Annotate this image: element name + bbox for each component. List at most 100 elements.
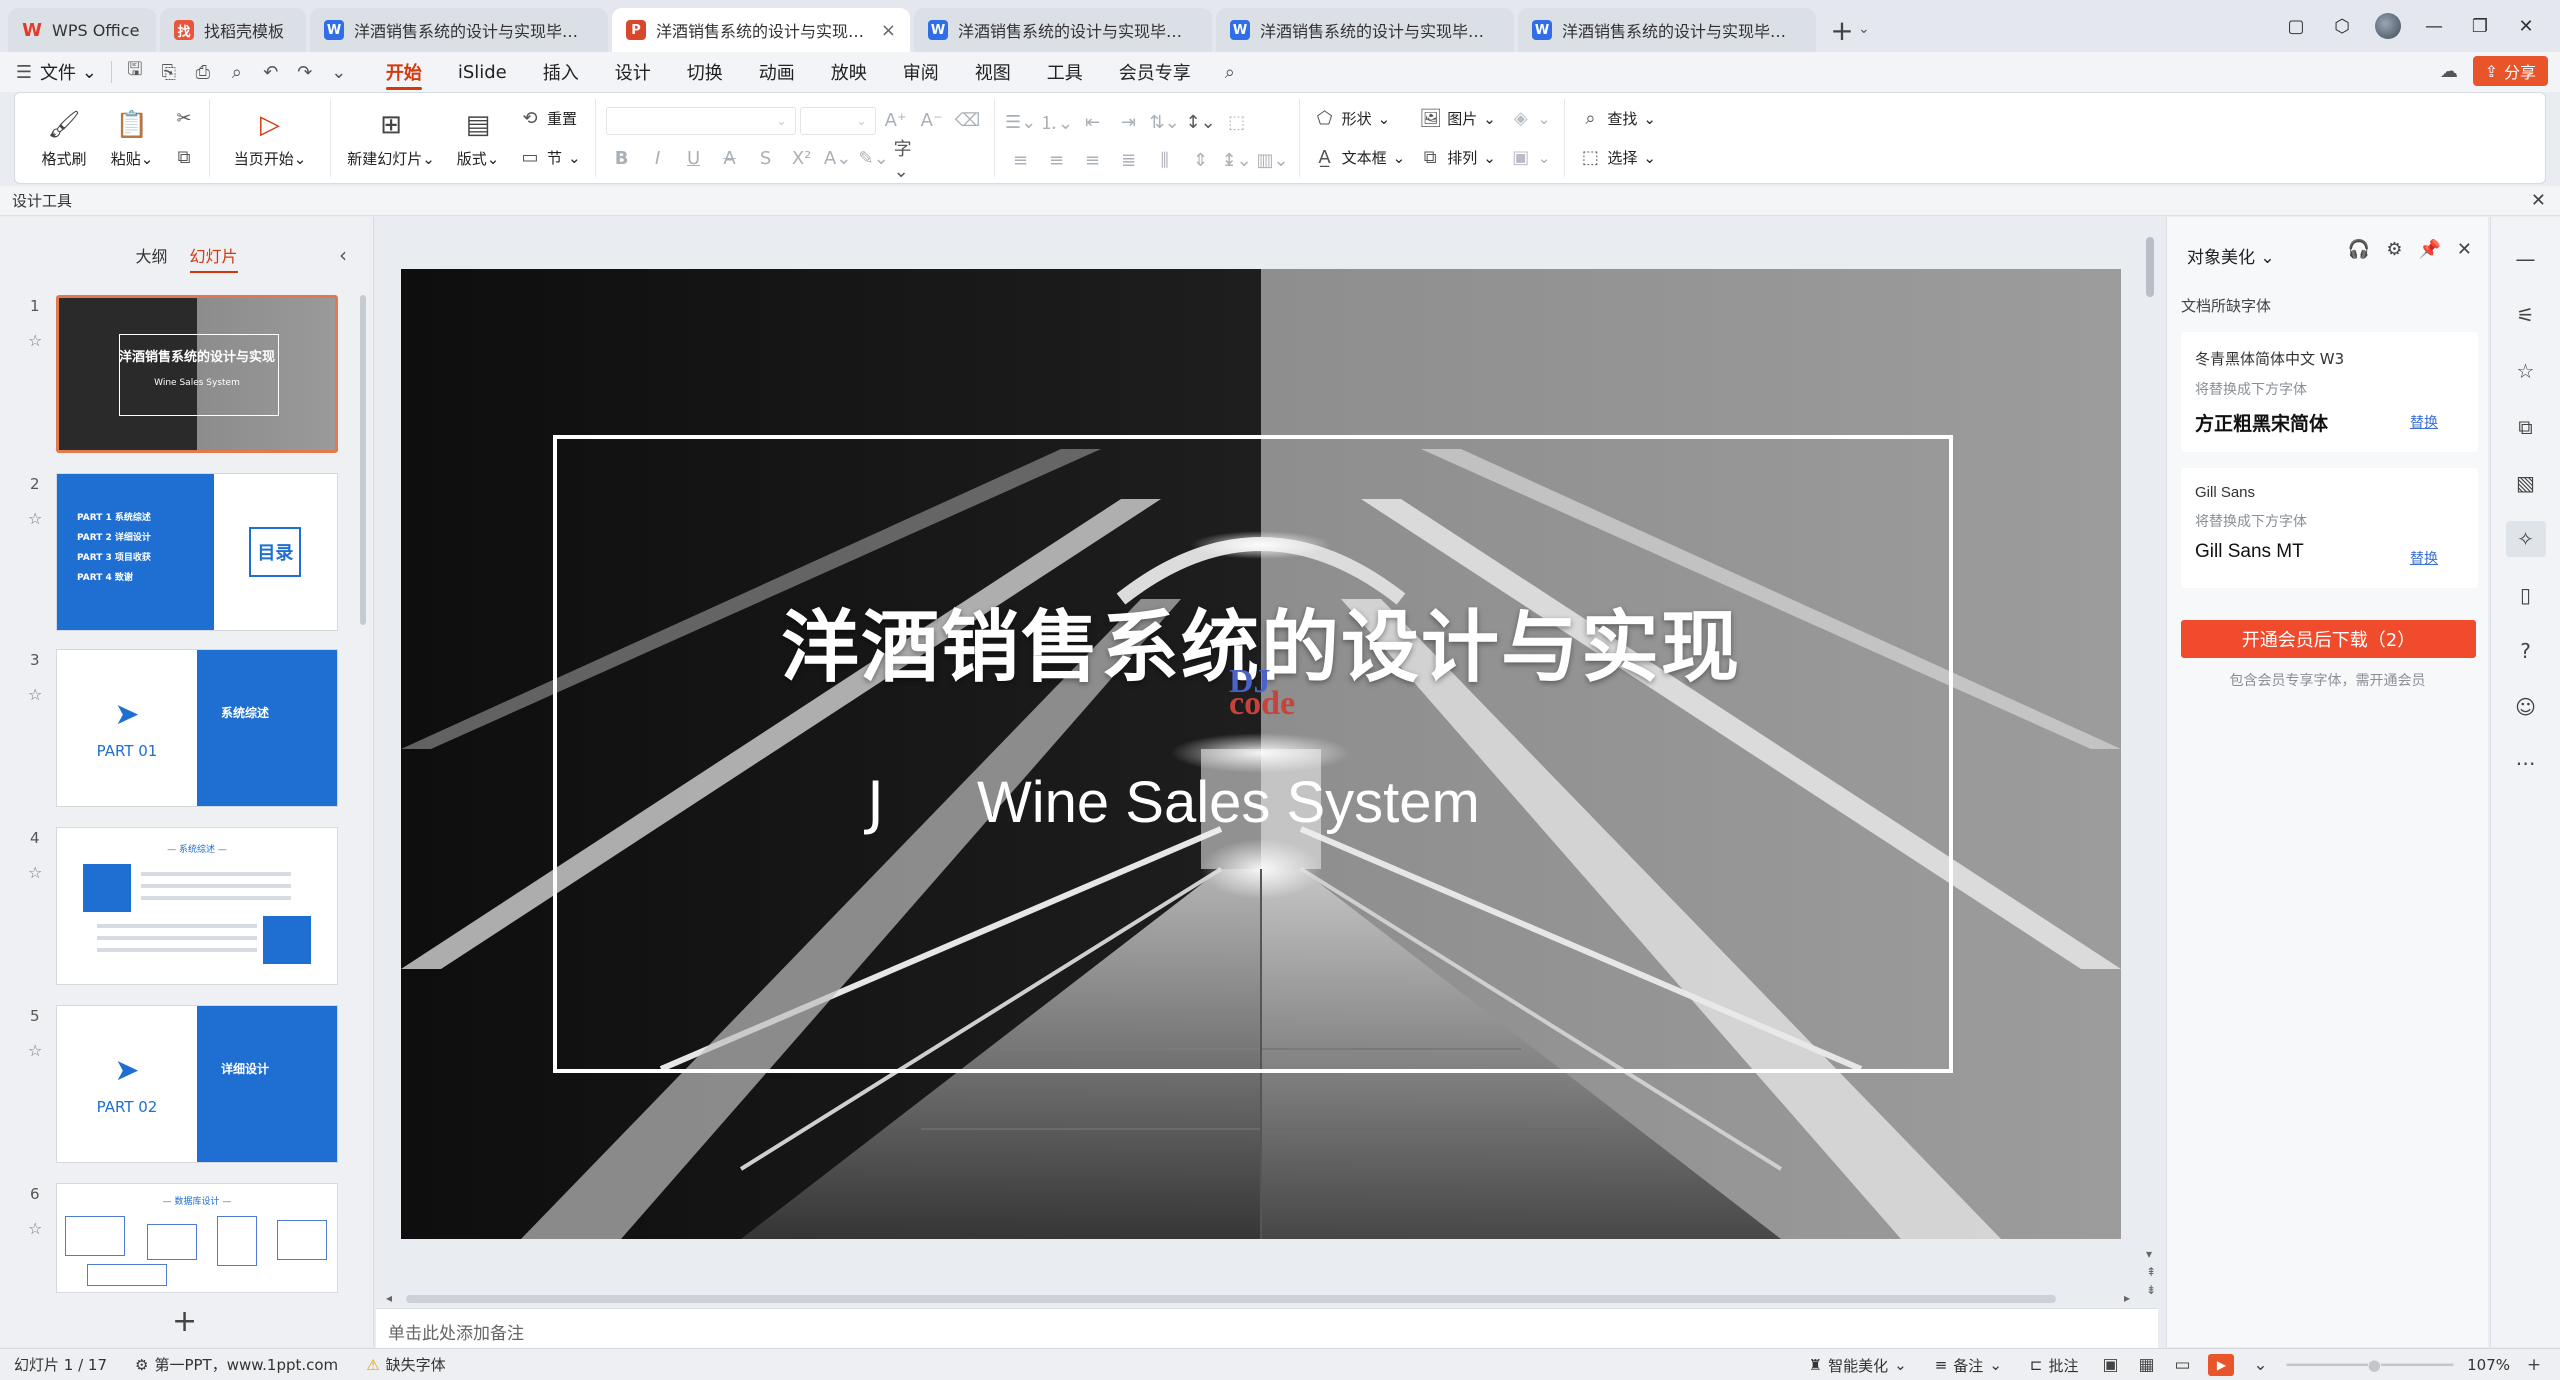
- restore-icon[interactable]: ❐: [2460, 6, 2500, 46]
- paste-button[interactable]: 📋 粘贴⌄: [101, 99, 163, 177]
- reading-view-icon[interactable]: ▭: [2164, 1355, 2200, 1375]
- hamburger-icon[interactable]: ☰: [12, 55, 36, 89]
- zoom-slider[interactable]: ━━━━━━━━━●━━━━━━━━: [2278, 1356, 2461, 1374]
- tab-home[interactable]: 开始: [368, 52, 440, 92]
- tab-transitions[interactable]: 切换: [669, 52, 741, 92]
- comments-button[interactable]: ⊏ 批注: [2016, 1355, 2093, 1376]
- find-button[interactable]: ⌕ 查找 ⌄: [1575, 104, 1660, 134]
- copy-slide-icon[interactable]: ⧉: [2506, 409, 2546, 445]
- select-button[interactable]: ⬚ 选择 ⌄: [1575, 143, 1660, 173]
- tab-tools[interactable]: 工具: [1029, 52, 1101, 92]
- prev-slide-icon[interactable]: ⇞: [2146, 1265, 2156, 1279]
- tab-doc-thesis[interactable]: W 洋酒销售系统的设计与实现毕业设计: [1518, 8, 1816, 52]
- scroll-left-icon[interactable]: ◂: [386, 1291, 392, 1305]
- star-icon[interactable]: ☆: [28, 863, 42, 882]
- decrease-indent-icon[interactable]: ⇤: [1077, 107, 1109, 137]
- zoom-in-icon[interactable]: +: [2516, 1355, 2552, 1375]
- tab-design[interactable]: 设计: [597, 52, 669, 92]
- textbox-button[interactable]: A̲ 文本框 ⌄: [1310, 143, 1410, 173]
- convert-smartart-icon[interactable]: ⬚: [1221, 107, 1253, 137]
- line-spacing-icon[interactable]: ↨⌄: [1221, 145, 1253, 175]
- char-spacing-icon[interactable]: 字⌄: [894, 139, 926, 182]
- help-icon[interactable]: ?: [2506, 633, 2546, 669]
- slide-subtitle[interactable]: Wine Sales System: [977, 769, 1480, 836]
- next-slide-icon[interactable]: ⇟: [2146, 1283, 2156, 1297]
- align-left-icon[interactable]: ≡: [1005, 145, 1037, 175]
- horizontal-scrollbar[interactable]: [406, 1295, 2056, 1303]
- picture-button[interactable]: 🖼 图片 ⌄: [1415, 104, 1500, 134]
- tab-ppt-defense[interactable]: P 洋酒销售系统的设计与实现毕业答辩 ×: [612, 8, 910, 52]
- fill-button[interactable]: ◈ ⌄: [1506, 104, 1555, 134]
- minimize-icon[interactable]: —: [2414, 6, 2454, 46]
- shape-button[interactable]: ⬠ 形状 ⌄: [1310, 104, 1410, 134]
- cut-button[interactable]: ✂: [169, 104, 199, 134]
- share-button[interactable]: ⇪ 分享: [2472, 56, 2548, 86]
- slide-thumbnail[interactable]: PART 1 系统综述 PART 2 详细设计 PART 3 项目收获 PART…: [56, 473, 338, 631]
- align-center-icon[interactable]: ≡: [1041, 145, 1073, 175]
- tab-doc-task[interactable]: W 洋酒销售系统的设计与实现毕设任务书: [310, 8, 608, 52]
- clear-format-icon[interactable]: ⌫: [952, 105, 984, 135]
- tab-wps-office[interactable]: W WPS Office: [8, 8, 156, 52]
- zoom-level[interactable]: 107%: [2461, 1356, 2516, 1374]
- font-size-select[interactable]: ⌄: [799, 107, 876, 135]
- notes-toggle-button[interactable]: ≡ 备注 ⌄: [1921, 1355, 2016, 1376]
- tab-view[interactable]: 视图: [957, 52, 1029, 92]
- print-preview-icon[interactable]: ⌕: [220, 55, 254, 89]
- collapse-panel-icon[interactable]: ‹: [339, 243, 347, 267]
- tab-insert[interactable]: 插入: [525, 52, 597, 92]
- tab-doc-midterm[interactable]: W 洋酒销售系统的设计与实现毕业设计中: [1216, 8, 1514, 52]
- user-avatar-button[interactable]: [2368, 6, 2408, 46]
- align-right-icon[interactable]: ≡: [1077, 145, 1109, 175]
- print-icon[interactable]: ⎙: [186, 55, 220, 89]
- slide-thumbnail[interactable]: — 数据库设计 —: [56, 1183, 338, 1293]
- star-icon[interactable]: ☆: [28, 509, 42, 528]
- missing-font-indicator[interactable]: ⚠ 缺失字体: [352, 1354, 459, 1375]
- pin-icon[interactable]: 📌: [2418, 239, 2440, 260]
- export-pdf-icon[interactable]: ⎘: [152, 55, 186, 89]
- new-slide-button[interactable]: ⊞ 新建幻灯片⌄: [341, 99, 441, 177]
- normal-view-icon[interactable]: ▣: [2092, 1355, 2128, 1375]
- shrink-font-icon[interactable]: A⁻: [916, 105, 948, 135]
- vertical-align-icon[interactable]: ⇕: [1185, 145, 1217, 175]
- more-icon[interactable]: ⋯: [2506, 745, 2546, 781]
- subtitle-prefix[interactable]: J: [867, 769, 884, 837]
- star-icon[interactable]: ☆: [28, 685, 42, 704]
- replace-font-link[interactable]: 替换: [2410, 548, 2438, 568]
- justify-icon[interactable]: ≣: [1113, 145, 1145, 175]
- chevron-down-icon[interactable]: ⌄: [1858, 21, 1870, 37]
- magic-wand-icon[interactable]: ✧: [2505, 521, 2546, 557]
- headset-icon[interactable]: 🎧: [2348, 239, 2370, 260]
- tab-islide[interactable]: iSlide: [440, 52, 525, 92]
- outline-button[interactable]: ▣ ⌄: [1506, 143, 1555, 173]
- close-icon[interactable]: ✕: [2531, 190, 2546, 211]
- superscript-icon[interactable]: X²: [786, 143, 818, 173]
- sliders-icon[interactable]: ⚟: [2506, 297, 2546, 333]
- picture-search-icon[interactable]: ▧: [2506, 465, 2546, 501]
- star-icon[interactable]: ☆: [28, 1219, 42, 1238]
- tab-outline[interactable]: 大纲: [135, 243, 167, 267]
- underline-icon[interactable]: U: [678, 143, 710, 173]
- panel-scrollbar[interactable]: [360, 295, 366, 625]
- search-icon[interactable]: ⌕: [1213, 55, 1247, 89]
- close-icon[interactable]: ✕: [2457, 239, 2472, 260]
- panel-title[interactable]: 对象美化 ⌄: [2187, 243, 2275, 268]
- minus-icon[interactable]: —: [2506, 241, 2546, 277]
- scroll-down-icon[interactable]: ▾: [2146, 1247, 2152, 1261]
- robot-icon[interactable]: ☺: [2506, 689, 2546, 725]
- notes-field[interactable]: 单击此处添加备注: [376, 1308, 2158, 1348]
- slide-thumbnail[interactable]: ➤ PART 02 详细设计: [56, 1005, 338, 1163]
- save-icon[interactable]: 🖫: [118, 55, 152, 89]
- bullets-icon[interactable]: ☰⌄: [1005, 107, 1037, 137]
- file-menu[interactable]: 文件 ⌄: [36, 52, 105, 92]
- grow-font-icon[interactable]: A⁺: [880, 105, 912, 135]
- reset-button[interactable]: ⟲ 重置: [515, 104, 585, 134]
- layout-button[interactable]: ▤ 版式⌄: [447, 99, 509, 177]
- vip-download-button[interactable]: 开通会员后下载（2）: [2181, 620, 2476, 658]
- increase-indent-icon[interactable]: ⇥: [1113, 107, 1145, 137]
- replace-font-link[interactable]: 替换: [2410, 412, 2438, 432]
- slide-sorter-icon[interactable]: ▦: [2128, 1355, 2164, 1375]
- quick-access-more-icon[interactable]: ⌄: [322, 55, 356, 89]
- star-icon[interactable]: ☆: [2506, 353, 2546, 389]
- shadow-text-icon[interactable]: S: [750, 143, 782, 173]
- highlight-icon[interactable]: ✎⌄: [858, 143, 890, 173]
